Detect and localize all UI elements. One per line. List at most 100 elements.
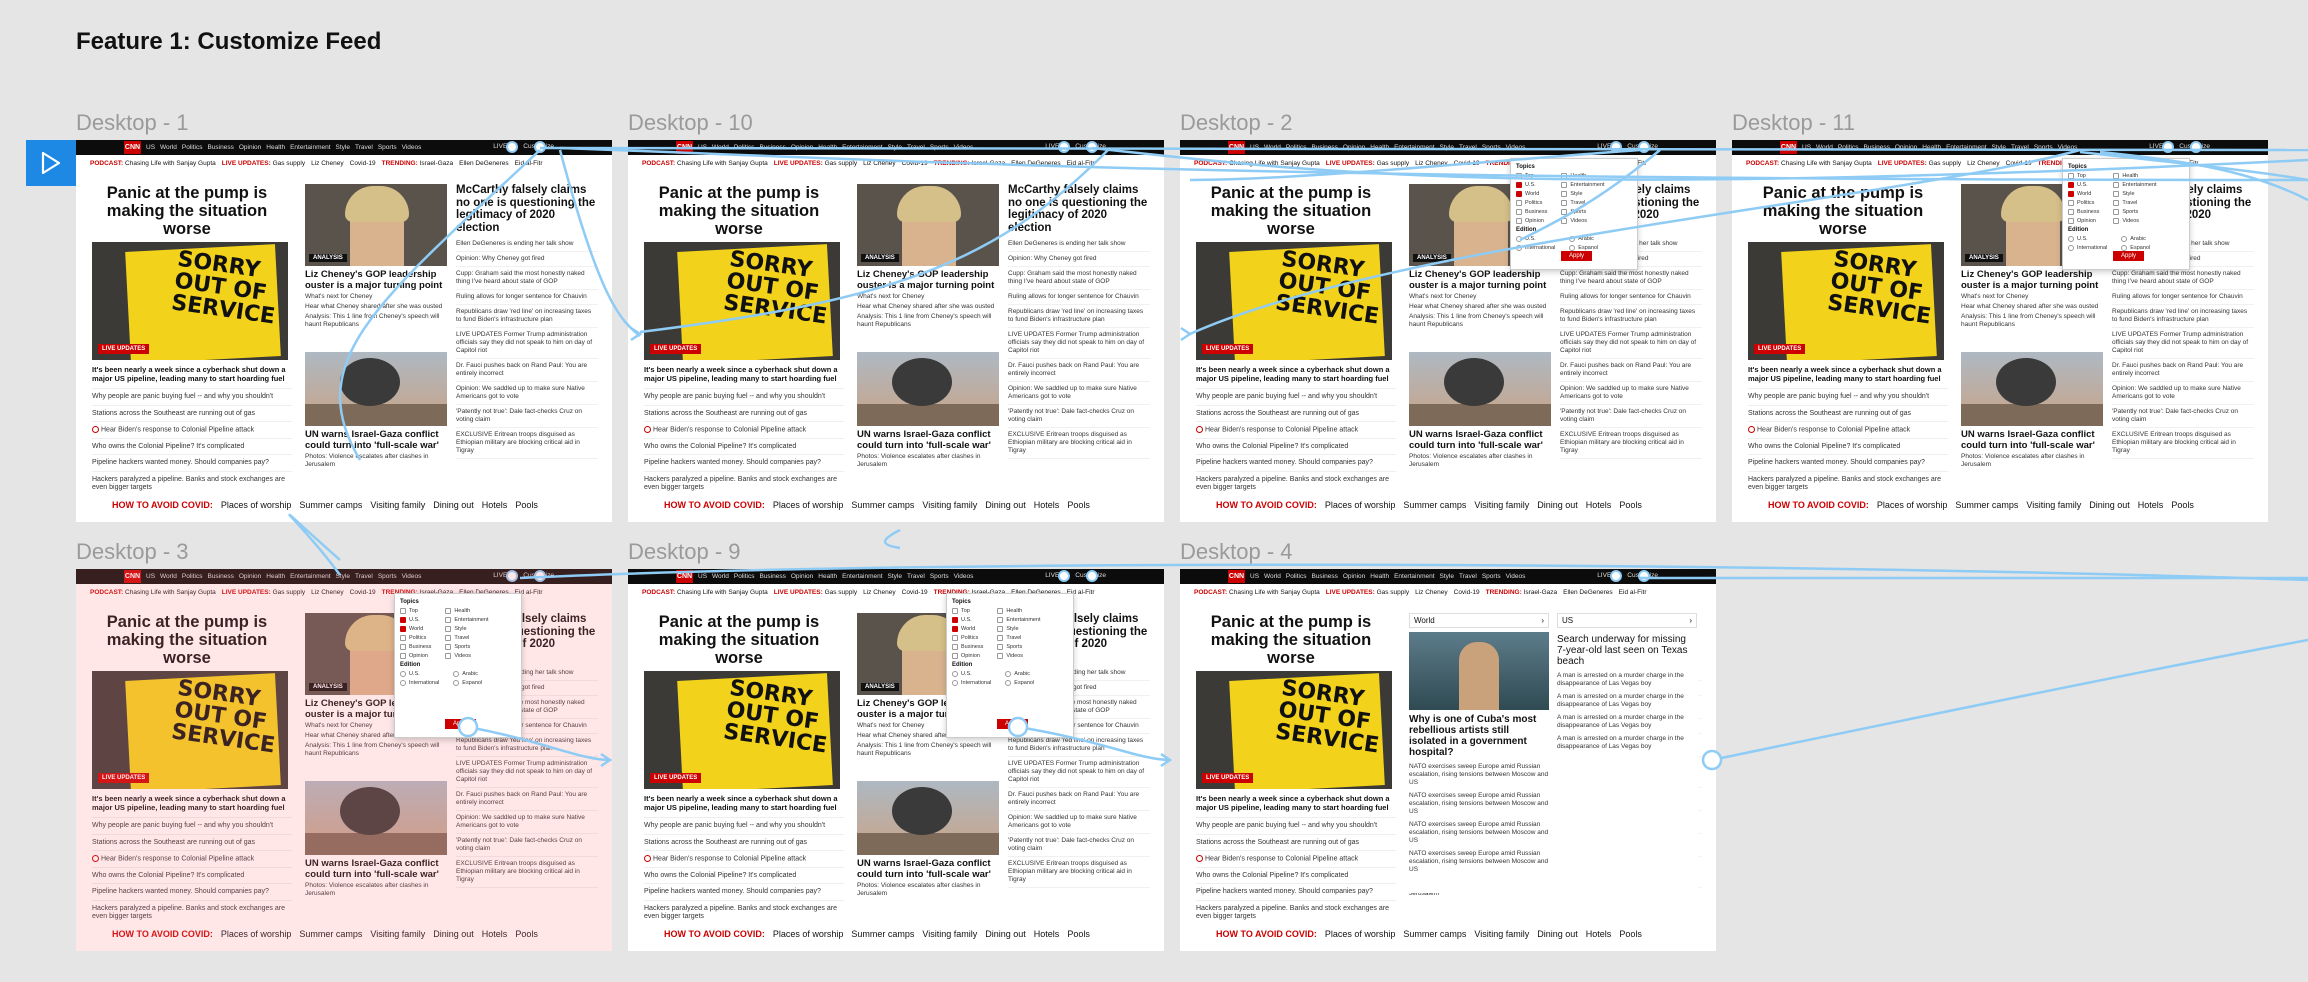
checkbox-icon[interactable]: [400, 617, 406, 623]
cheney-subline[interactable]: Analysis: This 1 line from Cheney's spee…: [857, 742, 999, 758]
nav-link[interactable]: Business: [1863, 143, 1889, 152]
nav-link[interactable]: Travel: [907, 572, 925, 581]
right-list-item[interactable]: Ellen DeGeneres is ending her talk show: [1008, 237, 1150, 252]
lead-list-item[interactable]: Hear Biden's response to Colonial Pipeli…: [1196, 850, 1396, 867]
world-photo[interactable]: [1409, 632, 1549, 710]
topic-option[interactable]: U.S.: [1516, 182, 1547, 188]
account-hotspot[interactable]: [1086, 570, 1098, 582]
nav-link[interactable]: World: [1816, 143, 1833, 152]
radio-icon[interactable]: [1569, 236, 1576, 242]
right-list-item[interactable]: LIVE UPDATES Former Trump administration…: [1560, 328, 1702, 359]
right-list-item[interactable]: EXCLUSIVE Eritrean troops disguised as E…: [1560, 428, 1702, 459]
lead-list-item[interactable]: Who owns the Colonial Pipeline? It's com…: [92, 437, 292, 455]
nav-link[interactable]: Style: [1440, 143, 1454, 152]
desktop-frame[interactable]: CNN US World Politics Business Opinion Health…: [1180, 140, 1716, 522]
account-hotspot[interactable]: [1638, 570, 1650, 582]
lead-list-item[interactable]: Hear Biden's response to Colonial Pipeli…: [1748, 421, 1948, 438]
topic-option[interactable]: Health: [997, 608, 1040, 614]
checkbox-icon[interactable]: [2113, 209, 2120, 215]
covid-link[interactable]: Pools: [515, 500, 538, 510]
cnn-logo[interactable]: CNN: [676, 141, 693, 154]
nav-link[interactable]: Sports: [1482, 572, 1501, 581]
covid-link[interactable]: Hotels: [1586, 500, 1612, 510]
topic-option[interactable]: Business: [1516, 209, 1547, 215]
radio-icon[interactable]: [952, 671, 958, 677]
customize-hotspot[interactable]: [1058, 570, 1070, 582]
topic-option[interactable]: Health: [1561, 173, 1604, 179]
right-list-item[interactable]: Dr. Fauci pushes back on Rand Paul: You …: [1008, 359, 1150, 382]
lead-list-item[interactable]: Why people are panic buying fuel -- and …: [1196, 388, 1396, 405]
checkbox-icon[interactable]: [952, 653, 958, 659]
right-list-item[interactable]: Ellen DeGeneres is ending her talk show: [456, 237, 598, 252]
lead-list-item[interactable]: Who owns the Colonial Pipeline? It's com…: [644, 866, 844, 884]
topic-option[interactable]: Videos: [445, 653, 488, 659]
frame-label[interactable]: Desktop - 1: [76, 110, 189, 136]
lead-summary[interactable]: It's been nearly a week since a cyberhac…: [644, 794, 844, 812]
ticker-item[interactable]: LIVE UPDATES: Gas supply: [774, 589, 857, 596]
right-list-item[interactable]: Republicans draw 'red line' on increasin…: [1560, 305, 1702, 328]
cheney-headline[interactable]: Liz Cheney's GOP leadership ouster is a …: [305, 269, 447, 291]
lead-headline[interactable]: Panic at the pump is making the situatio…: [1748, 184, 1938, 238]
us-list-item[interactable]: A man is arrested on a murder charge in …: [1557, 735, 1697, 751]
apply-button[interactable]: Apply: [445, 719, 477, 729]
covid-link[interactable]: Visiting family: [1474, 500, 1529, 510]
nav-link[interactable]: Style: [888, 143, 902, 152]
checkbox-icon[interactable]: [400, 644, 406, 650]
lead-list-item[interactable]: Hear Biden's response to Colonial Pipeli…: [1196, 421, 1396, 438]
checkbox-icon[interactable]: [2068, 182, 2074, 188]
radio-icon[interactable]: [453, 671, 460, 677]
checkbox-icon[interactable]: [2068, 209, 2074, 215]
right-list-item[interactable]: EXCLUSIVE Eritrean troops disguised as E…: [456, 428, 598, 459]
checkbox-icon[interactable]: [2068, 200, 2074, 206]
ticker-item[interactable]: Covid-19: [1454, 589, 1480, 596]
checkbox-icon[interactable]: [445, 644, 452, 650]
covid-link[interactable]: Summer camps: [299, 500, 362, 510]
right-list-item[interactable]: EXCLUSIVE Eritrean troops disguised as E…: [1008, 428, 1150, 459]
customize-dropdown[interactable]: Topics Top U.S. World Politics Business Opinio…: [2062, 158, 2190, 270]
lead-list-item[interactable]: Hackers paralyzed a pipeline. Banks and …: [644, 470, 844, 496]
lead-list-item[interactable]: Hear Biden's response to Colonial Pipeli…: [644, 850, 844, 867]
checkbox-icon[interactable]: [400, 635, 406, 641]
nav-link[interactable]: Entertainment: [842, 143, 882, 152]
lead-headline[interactable]: Panic at the pump is making the situatio…: [1196, 613, 1386, 667]
ticker-item[interactable]: Liz Cheney: [1415, 160, 1448, 167]
topic-option[interactable]: Style: [2113, 191, 2156, 197]
nav-link[interactable]: Videos: [954, 572, 974, 581]
lead-summary[interactable]: It's been nearly a week since a cyberhac…: [1748, 365, 1948, 383]
lead-list-item[interactable]: Pipeline hackers wanted money. Should co…: [1196, 454, 1396, 471]
edition-option[interactable]: U.S.: [1516, 236, 1555, 242]
cnn-logo[interactable]: CNN: [1228, 570, 1245, 583]
checkbox-icon[interactable]: [445, 617, 452, 623]
gaza-image[interactable]: [857, 781, 999, 855]
checkbox-icon[interactable]: [952, 644, 958, 650]
un-subline[interactable]: Photos: Violence escalates after clashes…: [857, 453, 999, 469]
right-list-item[interactable]: Opinion: We saddled up to make sure Nati…: [1560, 382, 1702, 405]
radio-icon[interactable]: [1005, 671, 1012, 677]
ticker-item[interactable]: PODCAST: Chasing Life with Sanjay Gupta: [90, 160, 216, 167]
nav-link[interactable]: Videos: [954, 143, 974, 152]
covid-link[interactable]: Pools: [1067, 500, 1090, 510]
un-headline[interactable]: UN warns Israel-Gaza conflict could turn…: [857, 429, 999, 451]
right-list-item[interactable]: Opinion: We saddled up to make sure Nati…: [2112, 382, 2254, 405]
lead-summary[interactable]: It's been nearly a week since a cyberhac…: [644, 365, 844, 383]
nav-link[interactable]: Opinion: [791, 572, 813, 581]
covid-link[interactable]: Summer camps: [1403, 929, 1466, 939]
checkbox-icon[interactable]: [2113, 173, 2120, 179]
checkbox-icon[interactable]: [1561, 173, 1568, 179]
edition-option[interactable]: International: [400, 680, 439, 686]
lead-list-item[interactable]: Who owns the Colonial Pipeline? It's com…: [1196, 866, 1396, 884]
lead-list-item[interactable]: Pipeline hackers wanted money. Should co…: [92, 454, 292, 471]
ticker-item[interactable]: PODCAST: Chasing Life with Sanjay Gupta: [642, 160, 768, 167]
lead-list-item[interactable]: Hear Biden's response to Colonial Pipeli…: [644, 421, 844, 438]
nav-link[interactable]: Business: [207, 143, 233, 152]
topic-option[interactable]: Sports: [997, 644, 1040, 650]
topic-option[interactable]: Travel: [1561, 200, 1604, 206]
cnn-logo[interactable]: CNN: [124, 141, 141, 154]
topic-option[interactable]: Opinion: [2068, 218, 2099, 224]
topic-option[interactable]: Style: [997, 626, 1040, 632]
us-list-item[interactable]: A man is arrested on a murder charge in …: [1557, 714, 1697, 730]
customize-hotspot[interactable]: [1058, 141, 1070, 153]
lead-headline[interactable]: Panic at the pump is making the situatio…: [644, 184, 834, 238]
cnn-logo[interactable]: CNN: [1780, 141, 1797, 154]
right-list-item[interactable]: Dr. Fauci pushes back on Rand Paul: You …: [456, 359, 598, 382]
